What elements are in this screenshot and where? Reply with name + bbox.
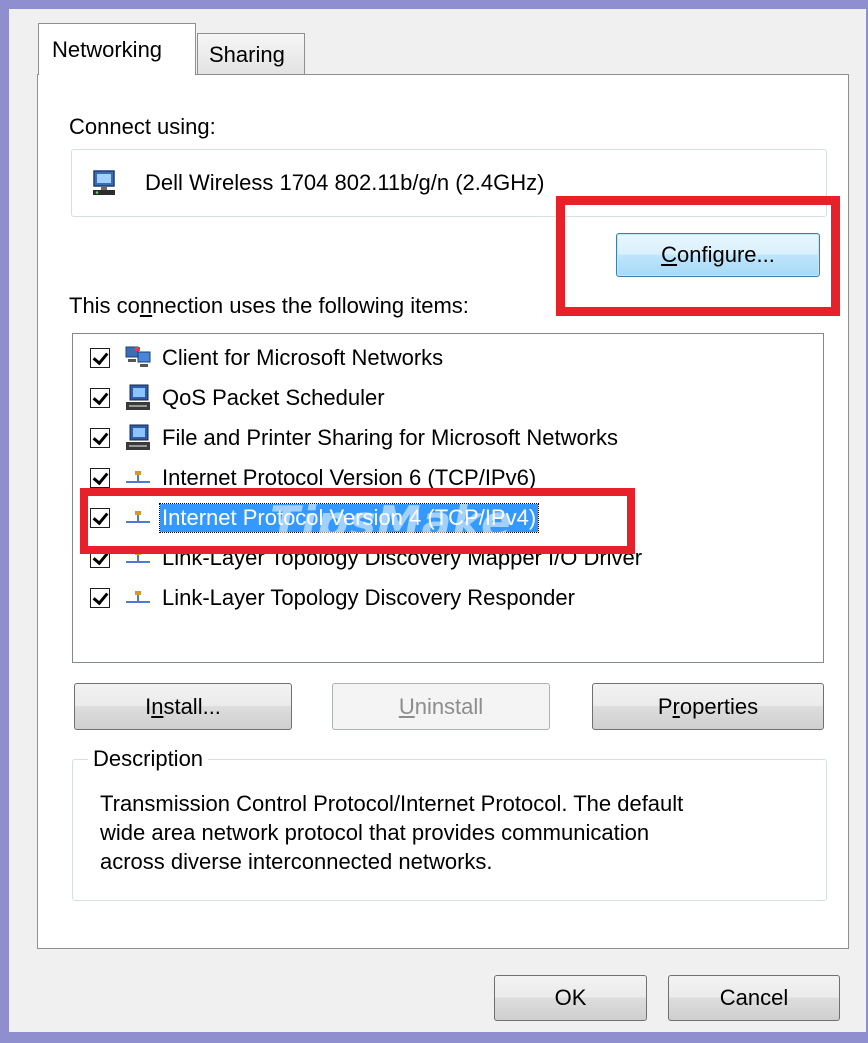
properties-label-pre: P	[657, 693, 673, 719]
install-label-post: stall...	[163, 693, 221, 719]
install-button[interactable]: In stall...	[74, 683, 292, 730]
item-checkbox[interactable]	[90, 348, 110, 368]
list-item[interactable]: Client for Microsoft Networks	[90, 342, 445, 374]
properties-label-post: operties	[679, 693, 759, 719]
highlight-box-ipv4	[80, 488, 635, 554]
description-text: Transmission Control Protocol/Internet P…	[100, 789, 800, 876]
tab-networking-label: Networking	[52, 36, 163, 62]
ok-button[interactable]: OK	[494, 975, 647, 1021]
properties-label-accel: r	[672, 693, 680, 719]
network-service-icon	[126, 424, 150, 450]
connect-using-label: Connect using:	[69, 114, 216, 139]
tab-sharing-label: Sharing	[209, 41, 285, 67]
uninstall-button[interactable]: Uninstall	[332, 683, 550, 730]
tab-networking[interactable]: Networking	[38, 23, 196, 75]
uninstall-label-accel: U	[398, 693, 415, 719]
description-line: Transmission Control Protocol/Internet P…	[100, 791, 684, 816]
tab-sharing[interactable]: Sharing	[197, 33, 305, 75]
items-label-accel: n	[139, 293, 153, 318]
item-checkbox[interactable]	[90, 388, 110, 408]
list-item[interactable]: Link-Layer Topology Discovery Responder	[90, 582, 577, 614]
install-label-accel: n	[151, 693, 164, 719]
list-item[interactable]: File and Printer Sharing for Microsoft N…	[90, 422, 620, 454]
item-label: Link-Layer Topology Discovery Responder	[162, 585, 575, 610]
highlight-box-configure	[556, 196, 840, 316]
item-label: Client for Microsoft Networks	[162, 345, 444, 370]
item-checkbox[interactable]	[90, 468, 110, 488]
ok-button-label: OK	[554, 985, 587, 1010]
item-checkbox[interactable]	[90, 428, 110, 448]
item-label: File and Printer Sharing for Microsoft N…	[162, 425, 619, 450]
items-label-pre: This co	[69, 293, 140, 318]
description-legend: Description	[88, 748, 209, 770]
network-adapter-icon	[93, 170, 115, 195]
uninstall-label-post: ninstall	[414, 693, 484, 719]
item-label: QoS Packet Scheduler	[162, 385, 385, 410]
network-service-icon	[126, 384, 150, 410]
network-client-icon	[125, 346, 151, 367]
cancel-button-label: Cancel	[719, 985, 789, 1010]
adapter-name: Dell Wireless 1704 802.11b/g/n (2.4GHz)	[145, 170, 545, 195]
description-line: wide area network protocol that provides…	[100, 820, 650, 845]
list-item[interactable]: QoS Packet Scheduler	[90, 382, 387, 414]
protocol-icon	[126, 591, 150, 603]
items-label: This connection uses the following items…	[69, 295, 469, 317]
properties-button[interactable]: Pr operties	[592, 683, 824, 730]
item-checkbox[interactable]	[90, 588, 110, 608]
items-label-post: nection uses the following items:	[152, 293, 469, 318]
description-line: across diverse interconnected networks.	[100, 849, 493, 874]
cancel-button[interactable]: Cancel	[668, 975, 840, 1021]
